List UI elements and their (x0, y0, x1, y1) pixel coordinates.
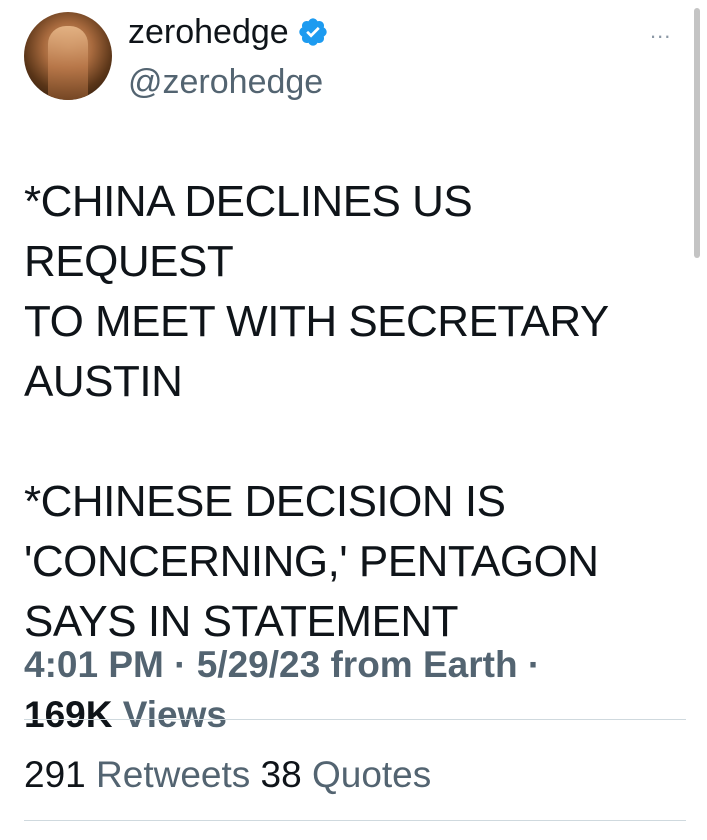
author-display-name[interactable]: zerohedge (128, 12, 289, 52)
tweet-source[interactable]: from Earth (330, 644, 517, 685)
tweet-text: *CHINA DECLINES US REQUEST TO MEET WITH … (24, 172, 674, 652)
retweets-stat[interactable]: 291 Retweets (24, 754, 250, 795)
views-count: 169K (24, 694, 113, 735)
divider (24, 719, 686, 720)
meta-separator: · (517, 644, 541, 685)
tweet-line: *CHINA DECLINES US REQUEST (24, 177, 473, 286)
avatar[interactable] (24, 12, 112, 100)
tweet-date[interactable]: 5/29/23 (197, 644, 320, 685)
tweet-time[interactable]: 4:01 PM (24, 644, 164, 685)
quotes-count: 38 (260, 754, 302, 795)
views-label: Views (122, 694, 227, 735)
meta-separator: · (163, 644, 197, 685)
tweet-stats: 291 Retweets 38 Quotes (24, 752, 431, 798)
tweet-meta: 4:01 PM · 5/29/23 from Earth · 169K View… (24, 640, 674, 740)
avatar-image (48, 26, 88, 100)
quotes-stat[interactable]: 38 Quotes (261, 754, 432, 795)
quotes-label: Quotes (311, 754, 432, 795)
author-name-row[interactable]: zerohedge (128, 12, 329, 52)
author-handle[interactable]: @zerohedge (128, 62, 323, 102)
tweet-line: AUSTIN (24, 357, 183, 406)
tweet-paragraph: *CHINA DECLINES US REQUEST TO MEET WITH … (24, 172, 674, 412)
retweets-label: Retweets (96, 754, 251, 795)
verified-badge-icon (299, 18, 327, 46)
more-options-icon[interactable]: ... (650, 20, 671, 42)
tweet-line: SAYS IN STATEMENT (24, 597, 459, 646)
retweets-count: 291 (24, 754, 86, 795)
tweet-line: *CHINESE DECISION IS (24, 477, 506, 526)
tweet-line: 'CONCERNING,' PENTAGON (24, 537, 599, 586)
divider (24, 820, 686, 821)
scrollbar[interactable] (694, 8, 700, 258)
tweet-line: TO MEET WITH SECRETARY (24, 297, 609, 346)
tweet-paragraph: *CHINESE DECISION IS 'CONCERNING,' PENTA… (24, 472, 674, 652)
